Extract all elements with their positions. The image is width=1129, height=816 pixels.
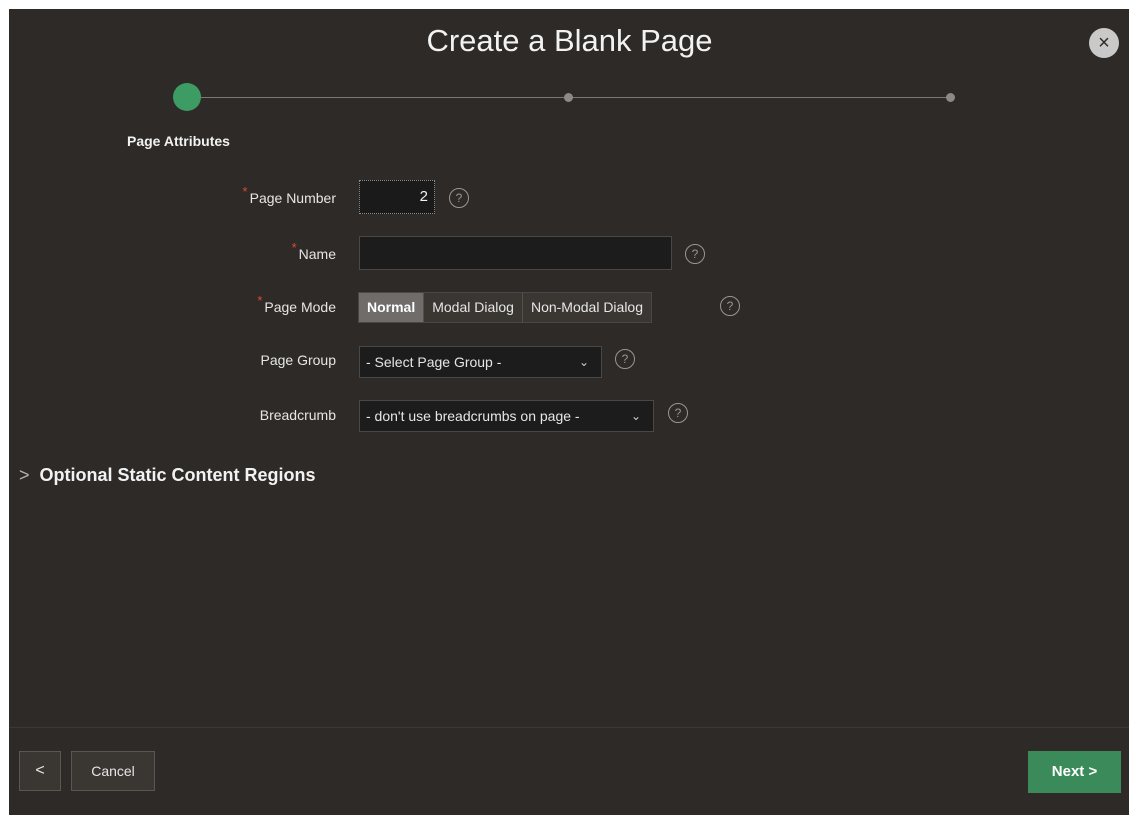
footer-divider — [9, 727, 1129, 728]
create-blank-page-dialog: Create a Blank Page × Page Attributes * P… — [9, 9, 1129, 815]
wizard-step-1-active — [173, 83, 201, 111]
wizard-progress-line — [187, 97, 572, 98]
page-mode-label: * Page Mode — [257, 293, 336, 315]
required-marker: * — [291, 240, 297, 255]
name-label: * Name — [291, 240, 336, 262]
page-group-label: Page Group — [260, 352, 337, 368]
page-mode-normal[interactable]: Normal — [359, 293, 425, 322]
name-input[interactable] — [359, 236, 672, 270]
close-icon[interactable]: × — [1089, 28, 1119, 58]
page-mode-modal-dialog[interactable]: Modal Dialog — [424, 293, 523, 322]
chevron-right-icon: > — [19, 465, 30, 485]
page-number-input[interactable]: 2 — [359, 180, 435, 214]
page-mode-non-modal-dialog[interactable]: Non-Modal Dialog — [522, 293, 652, 322]
help-icon[interactable]: ? — [720, 296, 740, 316]
breadcrumb-select[interactable]: - don't use breadcrumbs on page - ⌄ — [359, 400, 654, 432]
required-marker: * — [257, 293, 263, 308]
back-button[interactable]: < — [19, 751, 61, 791]
optional-static-content-regions-toggle[interactable]: > Optional Static Content Regions — [19, 465, 316, 486]
help-icon[interactable]: ? — [615, 349, 635, 369]
wizard-progress-line — [572, 97, 954, 98]
help-icon[interactable]: ? — [668, 403, 688, 423]
chevron-down-icon: ⌄ — [578, 355, 589, 369]
help-icon[interactable]: ? — [685, 244, 705, 264]
page-group-select[interactable]: - Select Page Group - ⌄ — [359, 346, 602, 378]
required-marker: * — [242, 184, 248, 199]
page-mode-segmented-control: Normal Modal Dialog Non-Modal Dialog — [358, 292, 653, 323]
breadcrumb-label: Breadcrumb — [259, 407, 336, 423]
wizard-step-2 — [564, 93, 573, 102]
breadcrumb-value: - don't use breadcrumbs on page - — [366, 408, 580, 424]
cancel-button[interactable]: Cancel — [71, 751, 155, 791]
wizard-step-label: Page Attributes — [127, 133, 230, 149]
page-group-value: - Select Page Group - — [366, 354, 502, 370]
section-label: Optional Static Content Regions — [39, 465, 316, 485]
chevron-down-icon: ⌄ — [630, 409, 641, 423]
page-number-label: * Page Number — [242, 184, 336, 206]
next-button[interactable]: Next > — [1028, 751, 1121, 793]
wizard-step-3 — [946, 93, 955, 102]
help-icon[interactable]: ? — [449, 188, 469, 208]
dialog-title: Create a Blank Page — [426, 23, 713, 58]
